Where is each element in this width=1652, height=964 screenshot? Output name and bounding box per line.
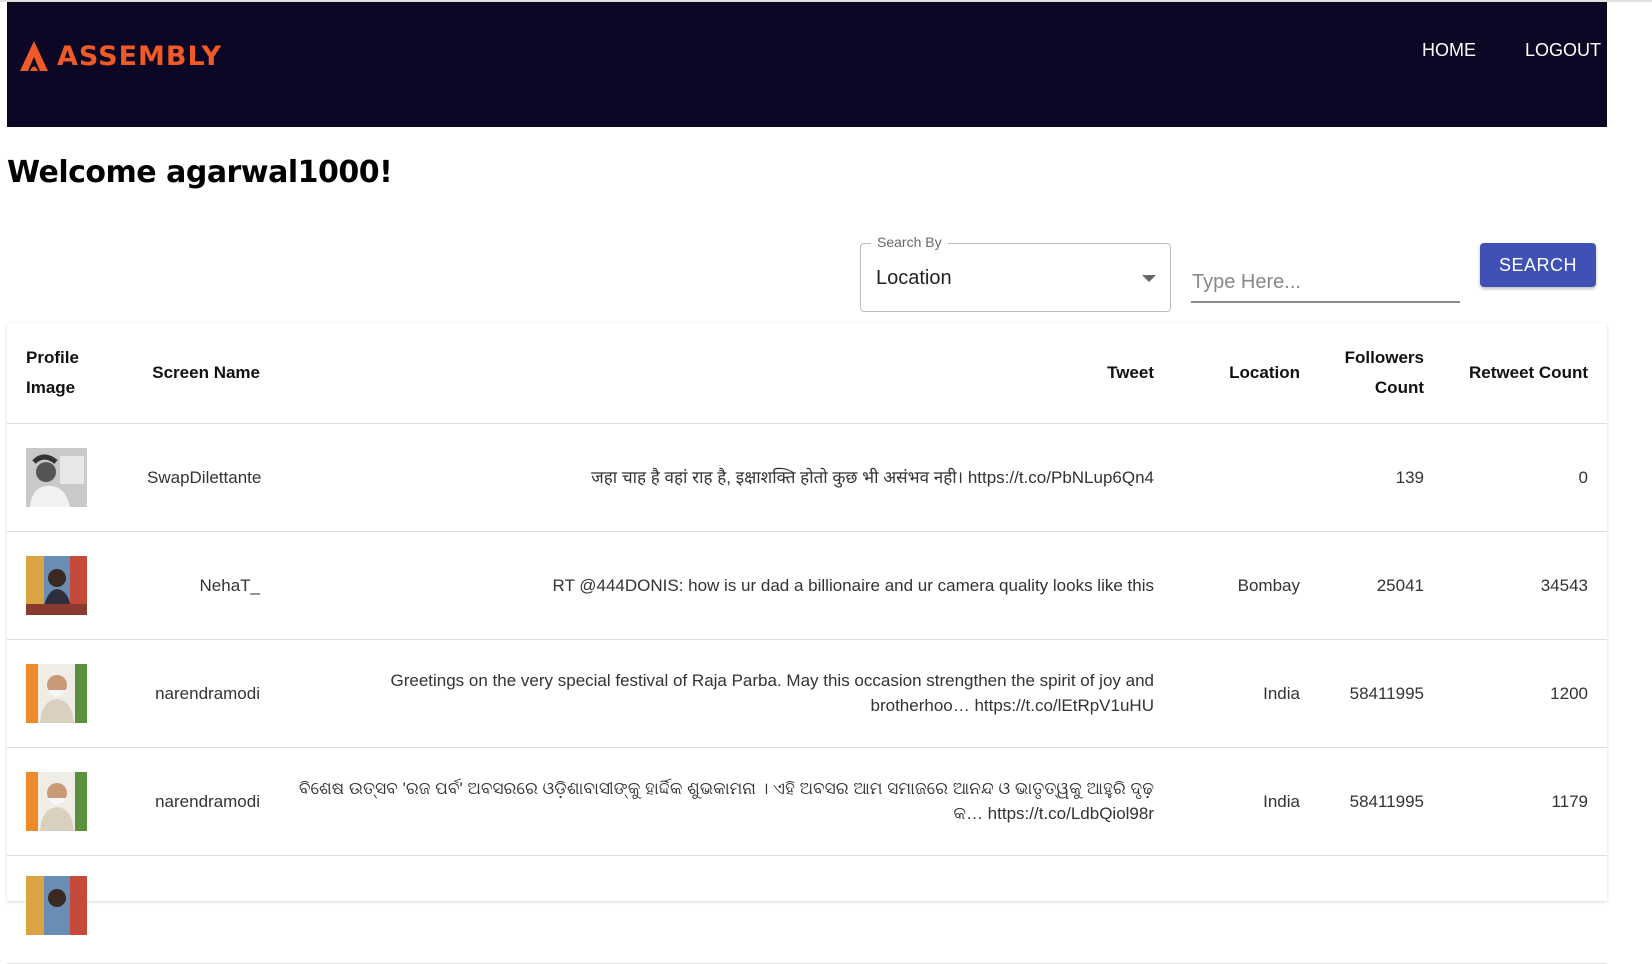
cell-screen-name[interactable]: narendramodi bbox=[128, 747, 279, 856]
cell-location: India bbox=[1173, 747, 1319, 856]
cell-followers: 58411995 bbox=[1319, 639, 1443, 748]
cell-followers: 58411995 bbox=[1319, 747, 1443, 856]
header-screen-name: Screen Name bbox=[128, 323, 279, 424]
cell-retweet bbox=[1443, 855, 1607, 964]
cell-screen-name[interactable]: SwapDilettante bbox=[128, 423, 279, 532]
brand-name: ASSEMBLY bbox=[57, 40, 223, 72]
cell-tweet: जहा चाह है वहां राह है, इक्षाशक्ति होतो … bbox=[279, 423, 1173, 532]
avatar bbox=[26, 447, 87, 507]
cell-followers: 139 bbox=[1319, 423, 1443, 532]
cell-retweet: 34543 bbox=[1443, 531, 1607, 640]
app-bar: ASSEMBLY HOME LOGOUT bbox=[7, 2, 1607, 127]
cell-tweet: Greetings on the very special festival o… bbox=[279, 639, 1173, 748]
cell-retweet: 0 bbox=[1443, 423, 1607, 532]
cell-screen-name[interactable]: narendramodi bbox=[128, 639, 279, 748]
search-button[interactable]: SEARCH bbox=[1480, 243, 1596, 287]
assembly-logo-icon bbox=[20, 41, 48, 71]
cell-retweet: 1200 bbox=[1443, 639, 1607, 748]
search-by-label: Search By bbox=[871, 234, 948, 250]
avatar bbox=[26, 771, 87, 831]
cell-tweet bbox=[279, 855, 1173, 964]
cell-followers bbox=[1319, 855, 1443, 964]
table-row: NehaT_ RT @444DONIS: how is ur dad a bil… bbox=[7, 531, 1607, 640]
cell-location: India bbox=[1173, 639, 1319, 748]
tweets-table-container: Profile Image Screen Name Tweet Location… bbox=[7, 323, 1607, 964]
table-header-row: Profile Image Screen Name Tweet Location… bbox=[7, 323, 1607, 424]
avatar bbox=[26, 875, 87, 935]
table-row bbox=[7, 855, 1607, 964]
table-row: narendramodi ବିଶେଷ ଉତ୍ସବ 'ରଜ ପର୍ବ' ଅବସରର… bbox=[7, 747, 1607, 856]
cell-screen-name[interactable]: NehaT_ bbox=[128, 531, 279, 640]
cell-location bbox=[1173, 423, 1319, 532]
search-by-value: Location bbox=[876, 267, 952, 289]
header-profile-image: Profile Image bbox=[7, 323, 128, 424]
cell-location bbox=[1173, 855, 1319, 964]
chevron-down-icon bbox=[1142, 275, 1156, 282]
welcome-heading: Welcome agarwal1000! bbox=[7, 155, 393, 190]
header-tweet: Tweet bbox=[279, 323, 1173, 424]
cell-retweet: 1179 bbox=[1443, 747, 1607, 856]
cell-tweet: RT @444DONIS: how is ur dad a billionair… bbox=[279, 531, 1173, 640]
cell-screen-name[interactable] bbox=[128, 855, 279, 964]
cell-location: Bombay bbox=[1173, 531, 1319, 640]
nav-logout-link[interactable]: LOGOUT bbox=[1525, 40, 1601, 61]
table-row: SwapDilettante जहा चाह है वहां राह है, इ… bbox=[7, 423, 1607, 532]
cell-tweet: ବିଶେଷ ଉତ୍ସବ 'ରଜ ପର୍ବ' ଅବସରରେ ଓଡ଼ିଶାବାସୀଙ… bbox=[279, 747, 1173, 856]
header-followers-count: Followers Count bbox=[1319, 323, 1443, 424]
nav-home-link[interactable]: HOME bbox=[1422, 40, 1476, 61]
avatar bbox=[26, 555, 87, 615]
header-retweet-count: Retweet Count bbox=[1443, 323, 1607, 424]
search-input[interactable] bbox=[1191, 263, 1460, 303]
cell-followers: 25041 bbox=[1319, 531, 1443, 640]
table-row: narendramodi Greetings on the very speci… bbox=[7, 639, 1607, 748]
avatar bbox=[26, 663, 87, 723]
brand-logo[interactable]: ASSEMBLY bbox=[19, 40, 222, 72]
tweets-table: Profile Image Screen Name Tweet Location… bbox=[7, 323, 1607, 964]
search-by-select[interactable]: Search By Location bbox=[860, 234, 1171, 312]
header-location: Location bbox=[1173, 323, 1319, 424]
